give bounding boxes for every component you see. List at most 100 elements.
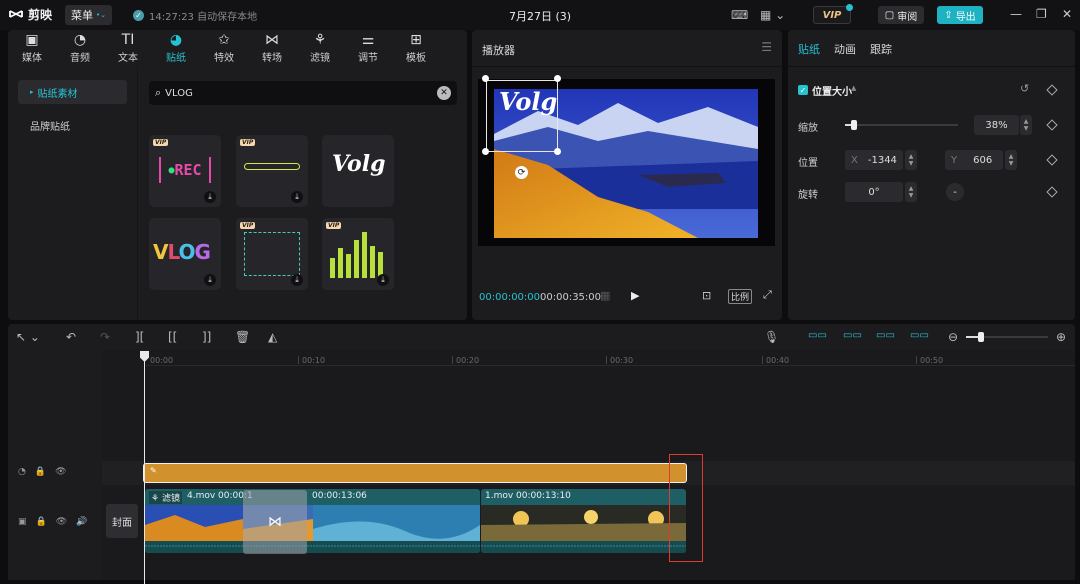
tab-sticker[interactable]: 贴纸: [798, 41, 820, 57]
split-icon[interactable]: ][: [135, 330, 144, 344]
ruler-tick: 00:20: [456, 356, 480, 365]
ratio-button[interactable]: 比例: [728, 289, 753, 304]
text-icon: TI: [121, 31, 135, 48]
playhead[interactable]: [144, 351, 145, 584]
layout-icon[interactable]: ▦ ⌄: [760, 8, 785, 22]
tab-sticker[interactable]: ◕ 贴纸: [152, 30, 200, 66]
resize-handle[interactable]: [482, 148, 489, 155]
rotation-stepper[interactable]: ▲ ▼: [905, 182, 917, 202]
delete-icon[interactable]: 🗑: [235, 330, 250, 344]
link-icon[interactable]: ▭▭: [876, 330, 895, 341]
sidebar-item-brand-stickers[interactable]: 品牌贴纸: [18, 113, 127, 137]
zoom-in-icon[interactable]: ⊕: [1056, 330, 1066, 344]
tab-film[interactable]: ▣ 媒体: [8, 30, 56, 66]
zoom-out-icon[interactable]: ⊖: [948, 330, 958, 344]
sticker-item[interactable]: VLOG ⤓: [149, 218, 221, 290]
trim-right-icon[interactable]: ]]: [202, 330, 211, 344]
scale-slider[interactable]: [845, 120, 958, 130]
export-label: 导出: [955, 11, 976, 23]
snap-icon[interactable]: ▭▭: [843, 330, 862, 341]
transition-marker[interactable]: ⋈: [243, 490, 307, 554]
keyframe-icon[interactable]: [1046, 84, 1058, 96]
mirror-icon[interactable]: ◭: [268, 330, 277, 344]
position-y-input[interactable]: Y 606: [945, 150, 1003, 170]
magnet-icon[interactable]: ▭▭: [808, 330, 827, 341]
reset-icon[interactable]: ↺: [1020, 82, 1029, 95]
minimize-icon[interactable]: —: [1010, 7, 1022, 21]
tab-animation[interactable]: 动画: [834, 41, 856, 57]
search-input[interactable]: ⌕ VLOG ✕: [149, 81, 457, 105]
position-y-stepper[interactable]: ▲ ▼: [1005, 150, 1017, 170]
export-button[interactable]: ⇪ 导出: [937, 6, 983, 24]
sidebar-item-sticker-library[interactable]: ▸ 贴纸素材: [18, 80, 127, 104]
preview-axis-icon[interactable]: ▭▭: [910, 330, 929, 341]
eye-icon[interactable]: 👁: [55, 467, 66, 477]
keyframe-icon[interactable]: [1046, 154, 1058, 166]
clear-icon[interactable]: ✕: [437, 86, 451, 100]
review-button[interactable]: ▢ 审阅: [878, 6, 924, 24]
cover-button[interactable]: 封面: [106, 504, 138, 538]
download-icon[interactable]: ⤓: [291, 274, 303, 286]
tab-transition[interactable]: ⋈ 转场: [248, 30, 296, 66]
close-icon[interactable]: ✕: [1062, 7, 1072, 21]
tab-tracking[interactable]: 跟踪: [870, 41, 892, 57]
keyframe-icon[interactable]: [1046, 186, 1058, 198]
menu-icon[interactable]: ☰: [761, 40, 772, 54]
sticker-item[interactable]: VIP ⤓: [236, 135, 308, 207]
rotate-icon[interactable]: ⟳: [515, 166, 528, 179]
trim-left-icon[interactable]: [[: [168, 330, 177, 344]
transition-icon: ⋈: [265, 31, 279, 48]
tab-filter[interactable]: ⚘ 滤镜: [296, 30, 344, 66]
scale-stepper[interactable]: ▲ ▼: [1020, 115, 1032, 135]
sticker-item[interactable]: VIP ⤓: [236, 218, 308, 290]
download-icon[interactable]: ⤓: [204, 274, 216, 286]
menu-button[interactable]: 菜单 •⌄: [65, 5, 112, 25]
scale-input[interactable]: 38%: [974, 115, 1019, 135]
video-canvas[interactable]: Volg ⟳: [478, 75, 775, 246]
tab-effects[interactable]: ✩ 特效: [200, 30, 248, 66]
sticker-selection-box[interactable]: Volg: [486, 80, 558, 152]
cursor-icon[interactable]: ↖ ⌄: [16, 330, 40, 344]
sticker-item[interactable]: ●[•REC]REC VIP ⤓: [149, 135, 221, 207]
lock-icon[interactable]: 🔒: [36, 517, 47, 527]
tab-adjust[interactable]: ⚌ 调节: [344, 30, 392, 66]
resize-handle[interactable]: [554, 75, 561, 82]
download-icon[interactable]: ⤓: [377, 274, 389, 286]
zoom-slider-knob[interactable]: [978, 332, 984, 342]
resize-handle[interactable]: [554, 148, 561, 155]
divider: [788, 66, 1075, 67]
resize-handle[interactable]: [482, 75, 489, 82]
collapse-icon[interactable]: ▲: [851, 84, 856, 92]
zoom-slider[interactable]: [966, 332, 1048, 342]
keyboard-icon[interactable]: ⌨: [731, 8, 748, 22]
video-clip-1mov[interactable]: 1.mov 00:00:13:10: [481, 489, 686, 553]
eye-icon[interactable]: 👁: [56, 517, 67, 527]
keyframe-icon[interactable]: [1046, 119, 1058, 131]
video-clip-4mov[interactable]: ⚘ 滤镜 4.mov 00:00:13:06: [145, 489, 480, 553]
lock-icon[interactable]: 🔒: [35, 467, 46, 477]
tab-text[interactable]: TI 文本: [104, 30, 152, 66]
position-x-stepper[interactable]: ▲ ▼: [905, 150, 917, 170]
sticker-item[interactable]: Volg: [322, 135, 394, 207]
redo-icon[interactable]: ↷: [100, 330, 110, 344]
grid-icon[interactable]: ▦: [600, 289, 610, 302]
zoom-fit-icon[interactable]: ⊡: [702, 289, 711, 302]
tab-template[interactable]: ⊞ 模板: [392, 30, 440, 66]
speaker-icon[interactable]: 🔊: [76, 517, 87, 527]
scale-slider-knob[interactable]: [851, 120, 858, 130]
microphone-icon[interactable]: 🎙: [764, 330, 779, 344]
undo-icon[interactable]: ↶: [66, 330, 76, 344]
maximize-icon[interactable]: ❐: [1036, 7, 1047, 21]
checkbox-position-size[interactable]: ✓: [798, 85, 808, 95]
sticker-item[interactable]: VIP ⤓: [322, 218, 394, 290]
tab-music[interactable]: ◔ 音频: [56, 30, 104, 66]
play-icon[interactable]: ▶: [631, 289, 639, 302]
download-icon[interactable]: ⤓: [204, 191, 216, 203]
download-icon[interactable]: ⤓: [291, 191, 303, 203]
vip-badge[interactable]: VIP: [813, 4, 853, 24]
position-x-input[interactable]: X -1344: [845, 150, 903, 170]
sticker-clip[interactable]: ✎: [143, 463, 687, 483]
rotation-input[interactable]: 0°: [845, 182, 903, 202]
fullscreen-icon[interactable]: ⤢: [763, 288, 772, 302]
rotation-dial[interactable]: -: [946, 183, 964, 201]
